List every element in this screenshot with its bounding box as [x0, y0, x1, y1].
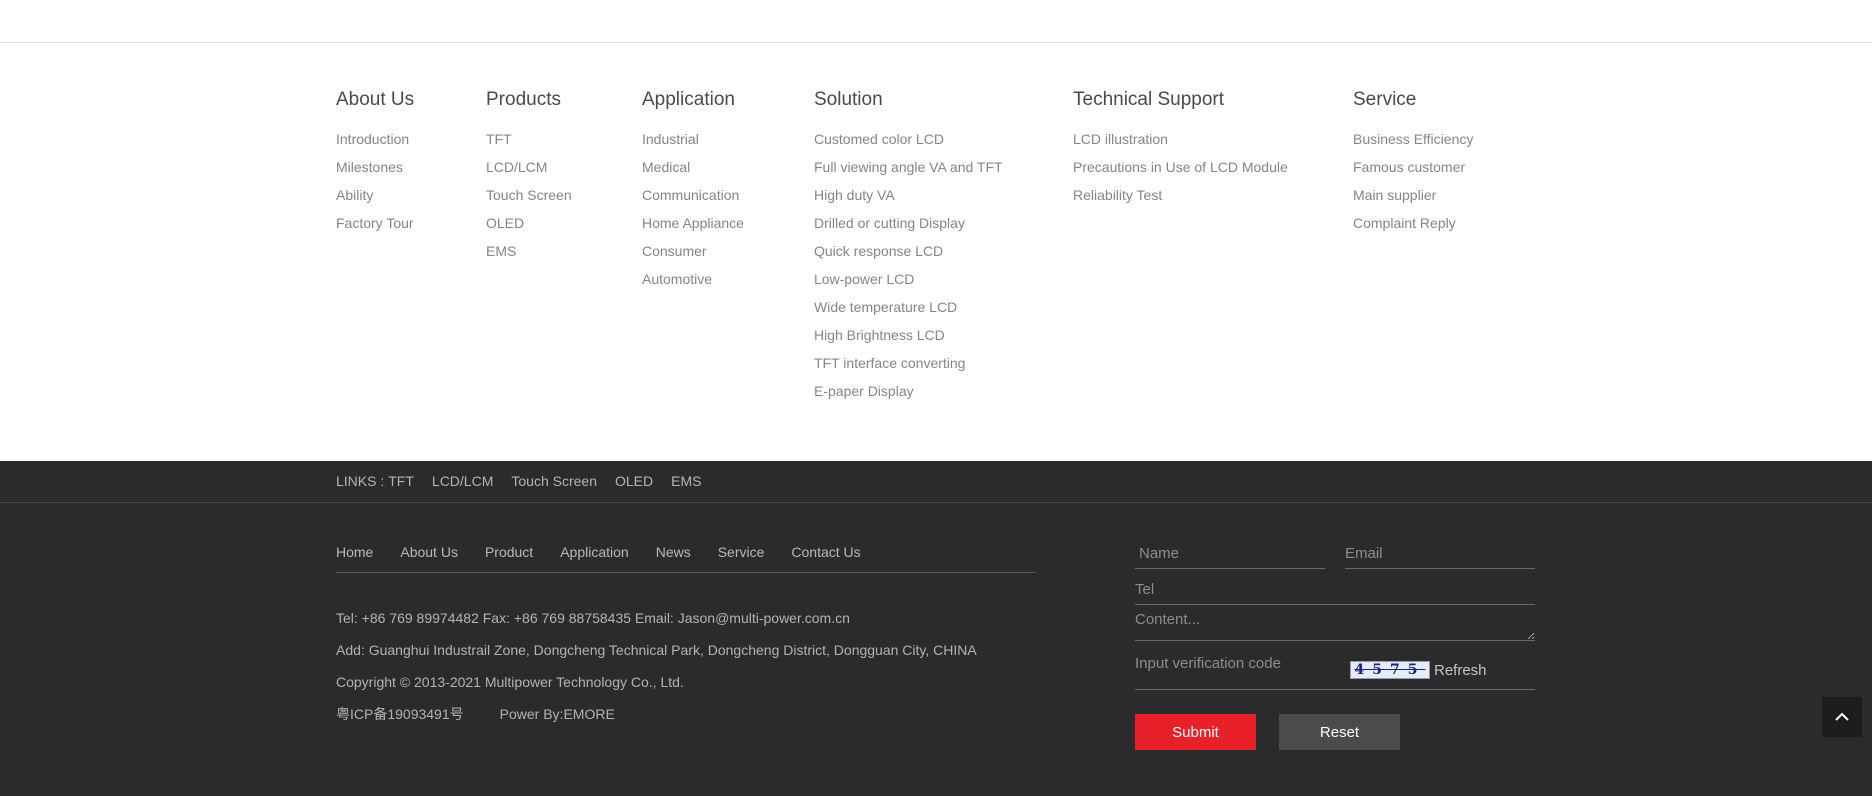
sitemap-link[interactable]: Introduction: [336, 130, 414, 158]
sitemap-link[interactable]: Industrial: [642, 130, 744, 158]
power-by[interactable]: Power By:EMORE: [500, 706, 615, 722]
reset-button[interactable]: Reset: [1279, 714, 1400, 750]
friend-link[interactable]: Touch Screen: [511, 473, 597, 489]
sitemap-link[interactable]: Drilled or cutting Display: [814, 214, 1003, 242]
captcha-image[interactable]: 4575: [1350, 661, 1430, 679]
footer-nav-application[interactable]: Application: [560, 544, 629, 560]
sitemap-link[interactable]: OLED: [486, 214, 572, 242]
friend-link[interactable]: OLED: [615, 473, 653, 489]
footer-nav: Home About Us Product Application News Servic…: [336, 544, 1036, 573]
links-label: LINKS :: [336, 473, 385, 489]
sitemap-column-products: Products TFT LCD/LCM Touch Screen OLED E…: [486, 89, 572, 270]
footer-nav-service[interactable]: Service: [718, 544, 765, 560]
sitemap-column-service: Service Business Efficiency Famous custo…: [1353, 89, 1473, 242]
email-field[interactable]: [1345, 539, 1535, 569]
column-title: About Us: [336, 89, 415, 110]
sitemap-link[interactable]: Automotive: [642, 270, 744, 298]
sitemap-column-solution: Solution Customed color LCD Full viewing…: [814, 89, 1003, 410]
sitemap-link[interactable]: TFT: [486, 130, 572, 158]
sitemap-link[interactable]: Medical: [642, 158, 744, 186]
sitemap-link[interactable]: Full viewing angle VA and TFT: [814, 158, 1003, 186]
back-to-top-button[interactable]: [1822, 697, 1862, 737]
sitemap-link[interactable]: Factory Tour: [336, 214, 414, 242]
submit-button[interactable]: Submit: [1135, 714, 1256, 750]
sitemap-link[interactable]: High Brightness LCD: [814, 326, 1003, 354]
sitemap-link[interactable]: E-paper Display: [814, 382, 1003, 410]
refresh-captcha-link[interactable]: Refresh: [1434, 662, 1487, 679]
sitemap-link[interactable]: Precautions in Use of LCD Module: [1073, 158, 1288, 186]
content-field[interactable]: [1135, 611, 1535, 641]
sitemap-link[interactable]: LCD illustration: [1073, 130, 1288, 158]
footer-nav-contact[interactable]: Contact Us: [791, 544, 860, 560]
contact-info: Tel: +86 769 89974482 Fax: +86 769 88758…: [336, 609, 977, 737]
tel-field[interactable]: [1135, 575, 1535, 605]
sitemap-link[interactable]: Wide temperature LCD: [814, 298, 1003, 326]
footer-nav-about[interactable]: About Us: [400, 544, 458, 560]
sitemap-link[interactable]: Touch Screen: [486, 186, 572, 214]
top-border-area: [0, 0, 1872, 43]
footer-nav-news[interactable]: News: [656, 544, 691, 560]
column-title: Application: [642, 89, 735, 110]
sitemap-column-about: About Us Introduction Milestones Ability…: [336, 89, 414, 242]
contact-address: Add: Guanghui Industrail Zone, Dongcheng…: [336, 642, 977, 658]
sitemap-link[interactable]: Consumer: [642, 242, 744, 270]
sitemap-link[interactable]: Milestones: [336, 158, 414, 186]
sitemap-link[interactable]: Quick response LCD: [814, 242, 1003, 270]
column-title: Technical Support: [1073, 89, 1225, 110]
sitemap-link[interactable]: Business Efficiency: [1353, 130, 1473, 158]
sitemap-link[interactable]: TFT interface converting: [814, 354, 1003, 382]
footer-nav-home[interactable]: Home: [336, 544, 373, 560]
friend-link[interactable]: TFT: [388, 473, 414, 489]
sitemap-link[interactable]: EMS: [486, 242, 572, 270]
sitemap-link[interactable]: Communication: [642, 186, 744, 214]
name-field[interactable]: [1135, 539, 1325, 569]
column-title: Solution: [814, 89, 883, 110]
copyright: Copyright © 2013-2021 Multipower Technol…: [336, 674, 684, 690]
footer: Home About Us Product Application News Servic…: [0, 503, 1872, 796]
friend-links-bar: LINKS : TFT LCD/LCM Touch Screen OLED EMS: [0, 461, 1872, 503]
sitemap-link[interactable]: LCD/LCM: [486, 158, 572, 186]
sitemap-section: About Us Introduction Milestones Ability…: [0, 43, 1872, 461]
sitemap-link[interactable]: Low-power LCD: [814, 270, 1003, 298]
contact-tel-fax-email: Tel: +86 769 89974482 Fax: +86 769 88758…: [336, 610, 850, 626]
sitemap-column-application: Application Industrial Medical Communica…: [642, 89, 744, 298]
sitemap-link[interactable]: Reliability Test: [1073, 186, 1288, 214]
sitemap-link[interactable]: Famous customer: [1353, 158, 1473, 186]
icp-power-line: 粤ICP备19093491号 Power By:EMORE: [336, 705, 977, 737]
friend-link[interactable]: LCD/LCM: [432, 473, 493, 489]
sitemap-link[interactable]: Main supplier: [1353, 186, 1473, 214]
footer-nav-product[interactable]: Product: [485, 544, 533, 560]
sitemap-column-technical-support: Technical Support LCD illustration Preca…: [1073, 89, 1288, 214]
sitemap-link[interactable]: Complaint Reply: [1353, 214, 1473, 242]
friend-link[interactable]: EMS: [671, 473, 701, 489]
icp-number[interactable]: 粤ICP备19093491号: [336, 706, 464, 722]
sitemap-link[interactable]: High duty VA: [814, 186, 1003, 214]
chevron-up-icon: [1835, 712, 1849, 721]
sitemap-link[interactable]: Ability: [336, 186, 414, 214]
column-title: Service: [1353, 89, 1417, 110]
column-title: Products: [486, 89, 561, 110]
sitemap-link[interactable]: Home Appliance: [642, 214, 744, 242]
sitemap-link[interactable]: Customed color LCD: [814, 130, 1003, 158]
